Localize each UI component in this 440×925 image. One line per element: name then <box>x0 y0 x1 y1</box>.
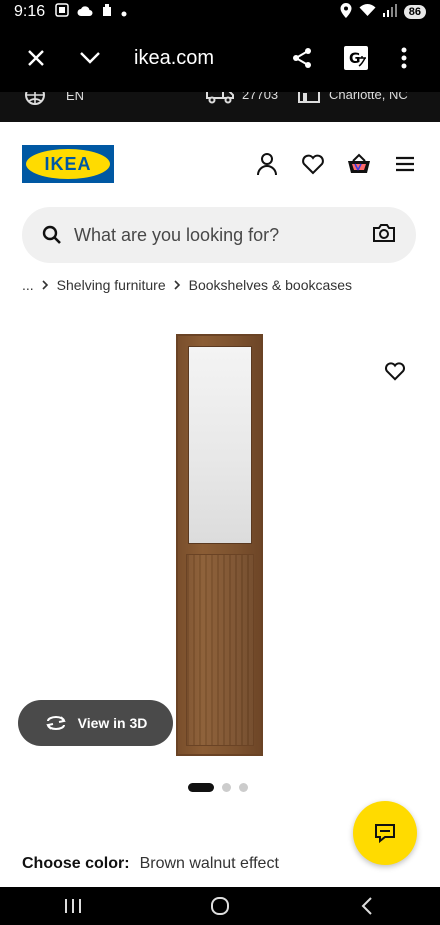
search-input[interactable] <box>74 224 372 246</box>
delivery-truck-icon <box>206 92 234 104</box>
search-bar[interactable] <box>22 207 416 263</box>
rotate-3d-icon <box>45 716 66 730</box>
chat-icon <box>375 824 395 844</box>
store-icon <box>298 92 320 103</box>
system-navigation-bar <box>0 887 440 925</box>
product-image <box>176 334 263 756</box>
collapse-button[interactable] <box>66 34 114 82</box>
wifi-icon <box>359 3 376 21</box>
view-in-3d-button[interactable]: View in 3D <box>18 700 173 746</box>
heart-icon <box>302 154 324 175</box>
hamburger-menu-icon <box>396 156 414 172</box>
language-label: EN <box>66 92 85 103</box>
color-label: Choose color: <box>22 855 130 872</box>
more-vertical-icon <box>401 47 407 69</box>
locale-strip: EN 27703 Charlotte, NC <box>0 92 440 122</box>
svg-text:G: G <box>349 51 361 67</box>
translate-icon: G <box>344 46 368 70</box>
back-button[interactable] <box>347 891 387 921</box>
home-icon <box>210 897 229 915</box>
breadcrumb-ellipsis[interactable]: ... <box>22 277 34 293</box>
signal-icon <box>382 3 397 21</box>
language-selector[interactable]: EN <box>24 92 84 106</box>
status-bar: 9:16 86 <box>0 0 440 24</box>
breadcrumb: ... Shelving furniture Bookshelves & boo… <box>22 277 352 293</box>
favorites-button[interactable] <box>300 151 326 177</box>
chevron-right-icon <box>174 277 181 293</box>
notification-icon <box>101 3 113 21</box>
chevron-right-icon <box>42 277 49 293</box>
visual-search-button[interactable] <box>372 223 396 248</box>
close-icon <box>28 50 44 66</box>
location-icon <box>340 2 352 22</box>
user-icon <box>257 153 277 176</box>
status-time: 9:16 <box>14 3 46 20</box>
carousel-dot[interactable] <box>222 783 231 792</box>
globe-icon <box>25 92 45 105</box>
chat-support-button[interactable] <box>353 801 417 865</box>
breadcrumb-item-shelving[interactable]: Shelving furniture <box>57 277 166 293</box>
zip-label: 27703 <box>242 92 279 102</box>
store-selector[interactable]: Charlotte, NC <box>297 92 408 104</box>
url-display[interactable]: ikea.com <box>134 47 278 70</box>
heart-icon <box>385 362 405 381</box>
logo-text: IKEA <box>44 153 92 174</box>
screenshot-icon <box>55 3 69 21</box>
camera-icon <box>373 223 395 242</box>
store-label: Charlotte, NC <box>329 92 408 102</box>
share-icon <box>293 48 311 68</box>
glass-panel <box>188 346 252 544</box>
search-icon <box>42 225 61 244</box>
shopping-bag-icon <box>348 153 370 173</box>
ikea-logo[interactable]: IKEA <box>22 145 114 183</box>
site-header: IKEA <box>0 122 440 206</box>
color-selector: Choose color: Brown walnut effect <box>22 855 279 873</box>
wood-panel <box>186 554 254 746</box>
zip-selector[interactable]: 27703 <box>206 92 278 104</box>
account-button[interactable] <box>254 151 280 177</box>
carousel-dot[interactable] <box>188 783 214 792</box>
cart-button[interactable] <box>346 151 372 177</box>
more-options-button[interactable] <box>380 34 428 82</box>
carousel-indicator <box>188 783 248 792</box>
recent-apps-icon <box>65 899 82 913</box>
chevron-down-icon <box>80 52 100 64</box>
close-tab-button[interactable] <box>12 34 60 82</box>
browser-toolbar: ikea.com G <box>0 24 440 92</box>
carousel-dot[interactable] <box>239 783 248 792</box>
back-icon <box>361 897 372 915</box>
breadcrumb-item-bookshelves[interactable]: Bookshelves & bookcases <box>189 277 352 293</box>
view-in-3d-label: View in 3D <box>77 715 148 731</box>
translate-button[interactable]: G <box>332 34 380 82</box>
share-button[interactable] <box>278 34 326 82</box>
menu-button[interactable] <box>392 151 418 177</box>
home-button[interactable] <box>200 891 240 921</box>
dot-icon <box>121 4 127 21</box>
color-value: Brown walnut effect <box>139 855 279 872</box>
add-to-favorites-button[interactable] <box>382 358 408 384</box>
recent-apps-button[interactable] <box>53 891 93 921</box>
cloud-icon <box>77 4 93 21</box>
battery-indicator: 86 <box>403 5 426 19</box>
